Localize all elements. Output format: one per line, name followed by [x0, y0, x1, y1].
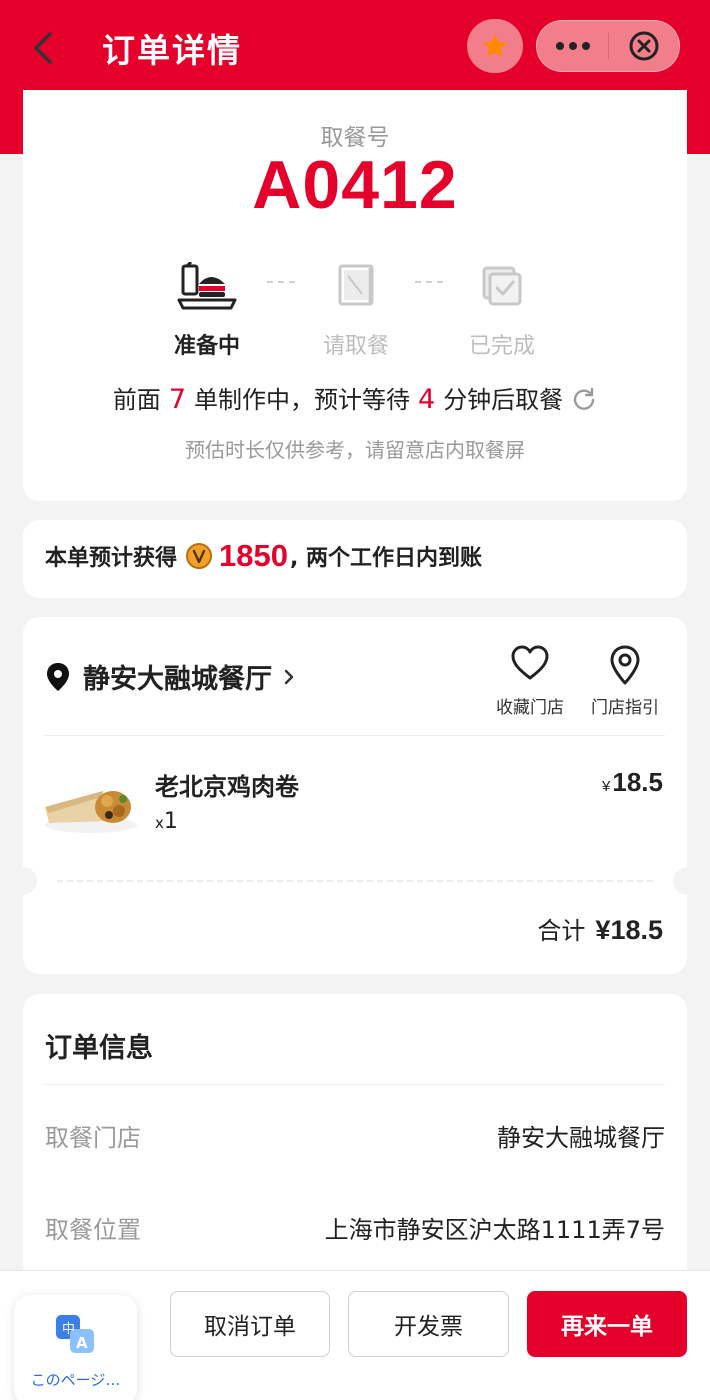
- cancel-order-button[interactable]: 取消订单: [170, 1291, 330, 1357]
- item-qty-prefix: x: [155, 814, 164, 832]
- more-options-icon[interactable]: [537, 20, 608, 72]
- info-value: 上海市静安区沪太路1111弄7号: [324, 1216, 665, 1244]
- refresh-icon[interactable]: [571, 386, 597, 418]
- translate-label: このページ…: [30, 1371, 121, 1389]
- wait-note: 预估时长仅供参考，请留意店内取餐屏: [185, 438, 525, 462]
- pickup-card: 取餐号 A0412 准备中 请取餐 已完成 前面 7 单制作中，预计等待 4 分…: [23, 90, 687, 501]
- step-label: 请取餐: [322, 334, 389, 359]
- divider: [45, 735, 665, 736]
- page-title: 订单详情: [102, 31, 242, 70]
- map-pin-outline-icon: [610, 645, 640, 685]
- info-row-pickup-store: 取餐门店 静安大融城餐厅: [45, 1118, 665, 1153]
- wait-prefix: 前面: [112, 386, 161, 414]
- close-miniprogram-icon[interactable]: [609, 20, 679, 72]
- step-preparing: 准备中: [142, 262, 272, 360]
- divider: [45, 1084, 665, 1085]
- orders-ahead-count: 7: [168, 384, 186, 415]
- invoice-button[interactable]: 开发票: [348, 1291, 509, 1357]
- wait-minutes: 4: [418, 384, 436, 415]
- pickup-number: A0412: [252, 147, 458, 223]
- reorder-button[interactable]: 再来一单: [527, 1291, 687, 1357]
- burger-tray-icon: [177, 262, 237, 310]
- order-total: 合计 ¥18.5: [537, 911, 663, 946]
- dashed-separator: [57, 880, 653, 882]
- svg-text:中: 中: [62, 1322, 75, 1337]
- item-name: 老北京鸡肉卷: [155, 773, 299, 801]
- back-icon[interactable]: [28, 26, 62, 70]
- favorite-store-button[interactable]: 收藏门店: [490, 645, 570, 718]
- item-qty-value: 1: [163, 809, 178, 834]
- step-ready-to-pickup: 请取餐: [291, 262, 421, 360]
- favorite-star-button[interactable]: [467, 19, 523, 73]
- info-key: 取餐位置: [45, 1216, 141, 1244]
- step-label: 准备中: [173, 334, 240, 359]
- store-guide-label: 门店指引: [591, 698, 659, 718]
- points-amount: 1850: [219, 538, 288, 573]
- chevron-right-icon: [282, 666, 296, 688]
- step-completed: 已完成: [437, 262, 567, 360]
- store-name: 静安大融城餐厅: [83, 664, 272, 695]
- wait-suffix: 分钟后取餐: [443, 386, 564, 414]
- total-label: 合计: [537, 917, 586, 945]
- item-price: ¥18.5: [602, 767, 663, 798]
- ticket-notch-right: [673, 867, 687, 895]
- item-price-value: 18.5: [612, 767, 663, 797]
- miniprogram-capsule: [536, 20, 680, 72]
- points-prefix: 本单预计获得: [45, 546, 178, 571]
- points-suffix: , 两个工作日内到账: [289, 546, 483, 571]
- store-guide-button[interactable]: 门店指引: [585, 645, 665, 718]
- store-order-card: 静安大融城餐厅 收藏门店 门店指引 老北京鸡肉卷 x1 ¥18.5 合计 ¥18…: [23, 617, 687, 974]
- info-key: 取餐门店: [45, 1124, 141, 1152]
- translate-page-widget[interactable]: 中 A このページ…: [14, 1295, 137, 1400]
- kfc-bag-icon: [338, 264, 374, 306]
- heart-icon: [511, 645, 549, 680]
- v-coin-icon: [185, 542, 213, 570]
- completed-box-icon: [482, 266, 522, 306]
- chicken-wrap-image: [43, 777, 141, 837]
- svg-text:A: A: [76, 1334, 88, 1352]
- item-currency: ¥: [602, 778, 611, 795]
- ticket-notch-left: [23, 867, 37, 895]
- translate-icon: 中 A: [54, 1313, 98, 1361]
- store-link[interactable]: 静安大融城餐厅: [45, 657, 296, 696]
- order-info-title: 订单信息: [45, 1033, 153, 1064]
- total-amount: ¥18.5: [595, 915, 663, 945]
- step-label: 已完成: [468, 334, 535, 359]
- wait-estimate: 前面 7 单制作中，预计等待 4 分钟后取餐: [23, 380, 687, 418]
- info-row-pickup-location: 取餐位置 上海市静安区沪太路1111弄7号: [45, 1210, 665, 1245]
- points-card: 本单预计获得 1850 , 两个工作日内到账: [23, 520, 687, 598]
- order-info-card: 订单信息 取餐门店 静安大融城餐厅 取餐位置 上海市静安区沪太路1111弄7号: [23, 994, 687, 1284]
- star-icon: [483, 34, 507, 57]
- wait-middle: 单制作中，预计等待: [194, 386, 410, 414]
- points-row: 本单预计获得 1850 , 两个工作日内到账: [45, 538, 482, 574]
- favorite-store-label: 收藏门店: [496, 698, 564, 718]
- info-value: 静安大融城餐厅: [497, 1124, 665, 1152]
- bottom-action-bar: 中 A このページ… 取消订单 开发票 再来一单: [0, 1270, 710, 1400]
- location-pin-icon: [45, 662, 71, 692]
- item-quantity: x1: [155, 809, 178, 834]
